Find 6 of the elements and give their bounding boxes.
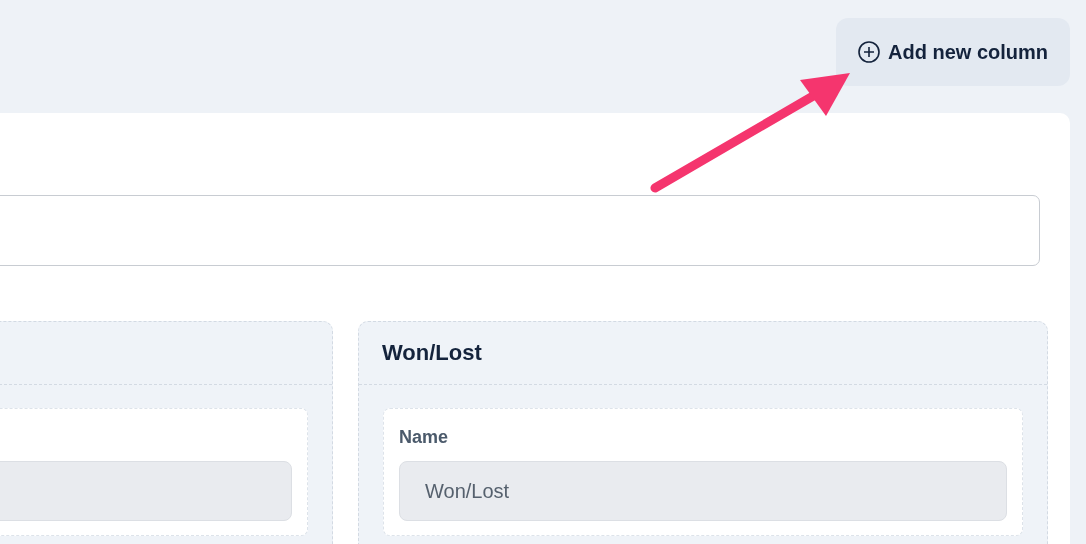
column-title: Won/Lost (382, 340, 482, 366)
add-column-button[interactable]: Add new column (836, 18, 1070, 86)
field-label: Name (399, 427, 450, 449)
input-field[interactable] (0, 195, 1040, 266)
name-input[interactable]: Won/Lost (399, 461, 1007, 521)
plus-circle-icon (858, 41, 880, 63)
